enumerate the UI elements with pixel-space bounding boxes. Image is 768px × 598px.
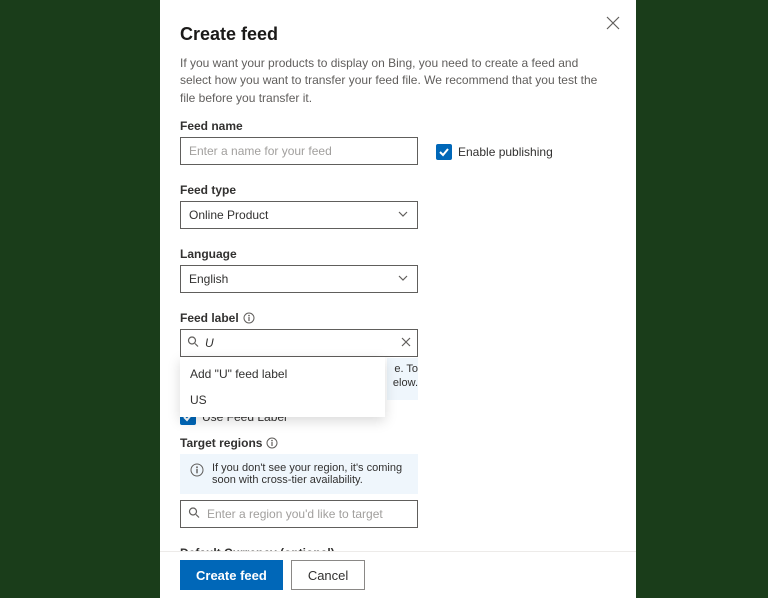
feed-label-search-value: U — [205, 336, 214, 350]
target-regions-hint: If you don't see your region, it's comin… — [180, 454, 418, 494]
chevron-down-icon — [397, 208, 409, 223]
info-icon[interactable] — [243, 312, 255, 324]
feed-type-label: Feed type — [180, 183, 616, 197]
feed-type-value: Online Product — [189, 208, 268, 222]
language-value: English — [189, 272, 228, 286]
target-regions-input[interactable]: Enter a region you'd like to target — [180, 500, 418, 528]
cancel-button[interactable]: Cancel — [291, 560, 365, 590]
target-regions-placeholder: Enter a region you'd like to target — [207, 507, 383, 521]
info-icon — [190, 463, 204, 477]
search-icon — [188, 507, 200, 522]
clear-icon[interactable] — [401, 336, 411, 350]
enable-publishing-label: Enable publishing — [458, 145, 553, 159]
chevron-down-icon — [397, 272, 409, 287]
dropdown-option-us[interactable]: US — [180, 387, 385, 413]
dropdown-add-option[interactable]: Add "U" feed label — [180, 361, 385, 387]
create-feed-button[interactable]: Create feed — [180, 560, 283, 590]
dialog-footer: Create feed Cancel — [160, 551, 636, 598]
close-icon[interactable] — [606, 16, 620, 30]
feed-label-search-input[interactable]: U — [180, 329, 418, 357]
enable-publishing-checkbox[interactable]: Enable publishing — [436, 144, 553, 160]
hint-peek: e. To elow. — [387, 358, 418, 400]
feed-name-label: Feed name — [180, 119, 418, 133]
checkmark-icon — [436, 144, 452, 160]
target-regions-label: Target regions — [180, 436, 616, 450]
feed-name-input[interactable] — [180, 137, 418, 165]
dialog-intro: If you want your products to display on … — [180, 55, 600, 107]
feed-label-dropdown: Add "U" feed label US — [180, 357, 385, 417]
language-select[interactable]: English — [180, 265, 418, 293]
language-label: Language — [180, 247, 616, 261]
dialog-title: Create feed — [180, 24, 616, 45]
info-icon[interactable] — [266, 437, 278, 449]
feed-label-label: Feed label — [180, 311, 616, 325]
create-feed-dialog: Create feed If you want your products to… — [160, 0, 636, 598]
search-icon — [187, 336, 199, 351]
feed-type-select[interactable]: Online Product — [180, 201, 418, 229]
